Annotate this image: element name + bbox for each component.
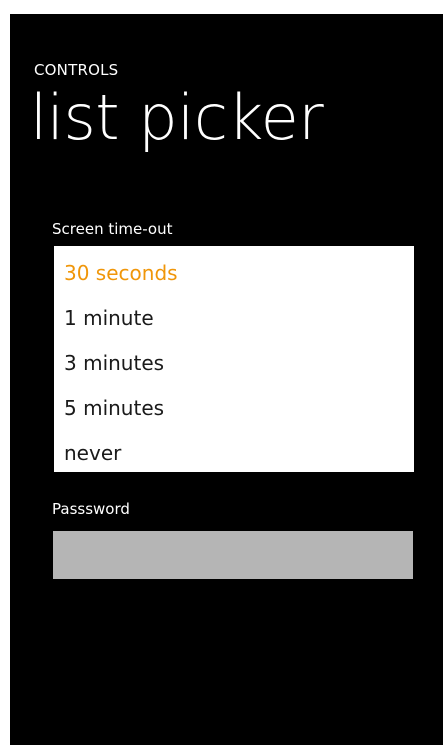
password-label: Passsword xyxy=(52,500,130,518)
password-field[interactable] xyxy=(53,531,413,579)
page-title: list picker xyxy=(30,81,324,154)
list-option-1-minute[interactable]: 1 minute xyxy=(64,308,154,328)
screen-timeout-label: Screen time-out xyxy=(52,220,173,238)
phone-screen: CONTROLS list picker Screen time-out 30 … xyxy=(10,14,443,745)
list-option-30-seconds[interactable]: 30 seconds xyxy=(64,263,178,283)
list-option-5-minutes[interactable]: 5 minutes xyxy=(64,398,164,418)
screen-timeout-list-picker[interactable]: 30 seconds 1 minute 3 minutes 5 minutes … xyxy=(54,246,414,472)
list-option-never[interactable]: never xyxy=(64,443,121,463)
app-title: CONTROLS xyxy=(34,61,119,79)
list-option-3-minutes[interactable]: 3 minutes xyxy=(64,353,164,373)
